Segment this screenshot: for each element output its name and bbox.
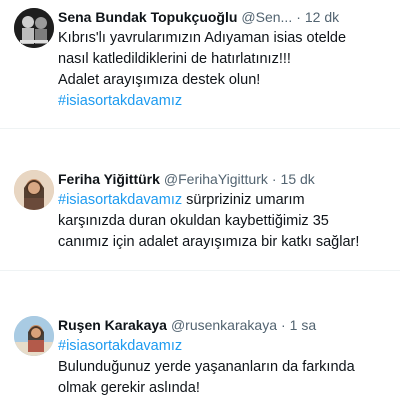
author-name[interactable]: Feriha Yiğittürk (58, 170, 160, 188)
tweet-text: Kıbrıs'lı yavrularımızın Adıyaman isias … (58, 28, 400, 112)
tweet[interactable]: Ruşen Karakaya @rusenkarakaya · 1 sa #is… (0, 316, 400, 416)
author-name[interactable]: Ruşen Karakaya (58, 316, 167, 334)
tweet[interactable]: Feriha Yiğittürk @FerihaYigitturk · 15 d… (0, 170, 400, 271)
author-handle[interactable]: @Sen... (241, 8, 292, 26)
tweet-line: canımız için adalet arayışımıza bir katk… (58, 234, 360, 250)
timestamp[interactable]: 1 sa (290, 316, 316, 334)
avatar[interactable] (14, 8, 54, 48)
tweet-text: #isiasortakdavamız sürpriziniz umarım ka… (58, 190, 400, 253)
hashtag-link[interactable]: #isiasortakdavamız (58, 336, 400, 357)
tweet-line: Bulunduğunuz yerde yaşananların da farkı… (58, 359, 355, 375)
tweet-line: #isiasortakdavamız sürpriziniz umarım (58, 190, 400, 211)
avatar[interactable] (14, 170, 54, 210)
tweet-header: Ruşen Karakaya @rusenkarakaya · 1 sa (58, 316, 400, 334)
tweet[interactable]: Sena Bundak Topukçuoğlu @Sen... · 12 dk … (0, 8, 400, 129)
separator: · (281, 317, 286, 333)
timestamp[interactable]: 15 dk (281, 170, 315, 188)
tweet-header: Feriha Yiğittürk @FerihaYigitturk · 15 d… (58, 170, 400, 188)
tweet-line: nasıl katledildiklerini de hatırlatınız!… (58, 51, 291, 67)
tweet-line: Kıbrıs'lı yavrularımızın Adıyaman isias … (58, 30, 347, 46)
separator: · (296, 9, 301, 25)
avatar[interactable] (14, 316, 54, 356)
author-handle[interactable]: @rusenkarakaya (171, 316, 277, 334)
tweet-line-text: sürpriziniz umarım (182, 192, 305, 208)
hashtag-link[interactable]: #isiasortakdavamız (58, 192, 182, 208)
tweet-header: Sena Bundak Topukçuoğlu @Sen... · 12 dk (58, 8, 400, 26)
tweet-line: karşınızda duran okuldan kaybettiğimiz 3… (58, 213, 329, 229)
hashtag-link[interactable]: #isiasortakdavamız (58, 91, 400, 112)
timestamp[interactable]: 12 dk (305, 8, 339, 26)
tweet-line: olmak gerekir aslında! (58, 380, 200, 396)
author-name[interactable]: Sena Bundak Topukçuoğlu (58, 8, 237, 26)
separator: · (271, 171, 277, 187)
tweet-text: #isiasortakdavamız Bulunduğunuz yerde ya… (58, 336, 400, 399)
tweet-line: Adalet arayışımıza destek olun! (58, 72, 261, 88)
author-handle[interactable]: @FerihaYigitturk (164, 170, 268, 188)
